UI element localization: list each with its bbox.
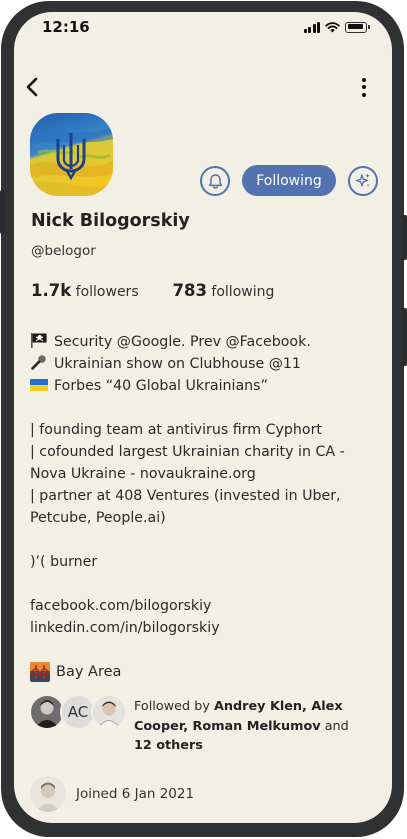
- back-arrow-icon: [26, 77, 38, 97]
- bio-line: | partner at 408 Ventures (invested in U…: [30, 488, 341, 526]
- bio-line-text: Forbes “40 Global Ukrainians”: [54, 378, 268, 394]
- profile-avatar[interactable]: [30, 113, 113, 196]
- followed-by-text: Followed by Andrey Klen, Alex Cooper, Ro…: [134, 697, 366, 756]
- followed-by-others: 12 others: [134, 738, 203, 753]
- bio-line: Security @Google. Prev @Facebook.: [30, 331, 380, 353]
- followed-by-prefix: Followed by: [134, 699, 210, 714]
- linkedin-link[interactable]: linkedin.com/in/bilogorskiy: [30, 617, 380, 639]
- inviter-photo-image: [30, 776, 66, 812]
- avatar[interactable]: [91, 694, 127, 730]
- more-vertical-icon: [362, 77, 366, 82]
- bio-line: | cofounded largest Ukrainian charity in…: [30, 444, 345, 482]
- battery-nub: [368, 25, 370, 29]
- followers-stat[interactable]: 1.7k followers: [31, 281, 139, 300]
- phone-side-button: [402, 215, 407, 260]
- bio-line-text: Ukrainian show on Clubhouse @11: [54, 356, 301, 372]
- more-vertical-icon: [362, 85, 366, 89]
- bio-line: | founding team at antivirus firm Cyphor…: [30, 422, 322, 438]
- phone-side-button: [0, 190, 5, 234]
- more-options-button[interactable]: [354, 74, 374, 100]
- sparkle-icon: [355, 173, 370, 187]
- notification-bell-button[interactable]: [200, 166, 230, 196]
- profile-handle: @belogor: [31, 243, 96, 259]
- profile-bio: Security @Google. Prev @Facebook. Ukrain…: [30, 331, 380, 639]
- followers-count: 1.7k: [31, 281, 72, 300]
- more-vertical-icon: [362, 92, 366, 97]
- bio-line: Forbes “40 Global Ukrainians”: [30, 375, 380, 397]
- signal-icon: [303, 21, 320, 33]
- avatar-initials: AC: [67, 703, 89, 721]
- status-bar: 12:16: [14, 12, 392, 42]
- following-label: following: [211, 284, 275, 300]
- followers-label: followers: [75, 284, 139, 300]
- bio-line: )’( burner: [30, 554, 98, 570]
- following-stat[interactable]: 783 following: [173, 281, 275, 300]
- facebook-link[interactable]: facebook.com/bilogorskiy: [30, 595, 380, 617]
- profile-stats: 1.7k followers 783 following: [31, 281, 274, 300]
- status-time: 12:16: [42, 18, 90, 36]
- joined-text: Joined 6 Jan 2021: [76, 786, 195, 802]
- followed-by-section[interactable]: AC Followed by Andrey Klen, Alex Cooper,…: [29, 694, 379, 754]
- following-count: 783: [172, 281, 207, 300]
- back-button[interactable]: [18, 72, 48, 102]
- ukraine-flag-painting-image: [30, 113, 113, 196]
- sparkle-button[interactable]: [348, 166, 378, 196]
- battery-icon: [345, 21, 367, 33]
- bridge-icon: [30, 662, 50, 682]
- bio-line-text: Security @Google. Prev @Facebook.: [54, 334, 311, 350]
- wifi-icon: [325, 22, 340, 33]
- avatar[interactable]: [30, 776, 66, 812]
- app-screen: 12:16 Following Nick Bilogorskiy @belogo…: [14, 12, 392, 823]
- person-photo-image: [31, 696, 63, 728]
- bio-line: Ukrainian show on Clubhouse @11: [30, 353, 380, 375]
- status-icons: [303, 21, 370, 33]
- ukraine-flag-icon: [30, 379, 48, 391]
- joined-info: Joined 6 Jan 2021: [30, 776, 194, 812]
- bell-icon: [208, 173, 222, 189]
- pirate-flag-icon: [31, 333, 47, 348]
- microphone-icon: [31, 355, 46, 370]
- person-photo-image: [93, 696, 125, 728]
- profile-name: Nick Bilogorskiy: [31, 211, 190, 231]
- location: Bay Area: [30, 662, 121, 682]
- followed-by-conjunction: and: [324, 718, 349, 734]
- phone-side-button: [402, 308, 407, 366]
- following-button[interactable]: Following: [242, 165, 336, 196]
- location-text: Bay Area: [56, 664, 122, 680]
